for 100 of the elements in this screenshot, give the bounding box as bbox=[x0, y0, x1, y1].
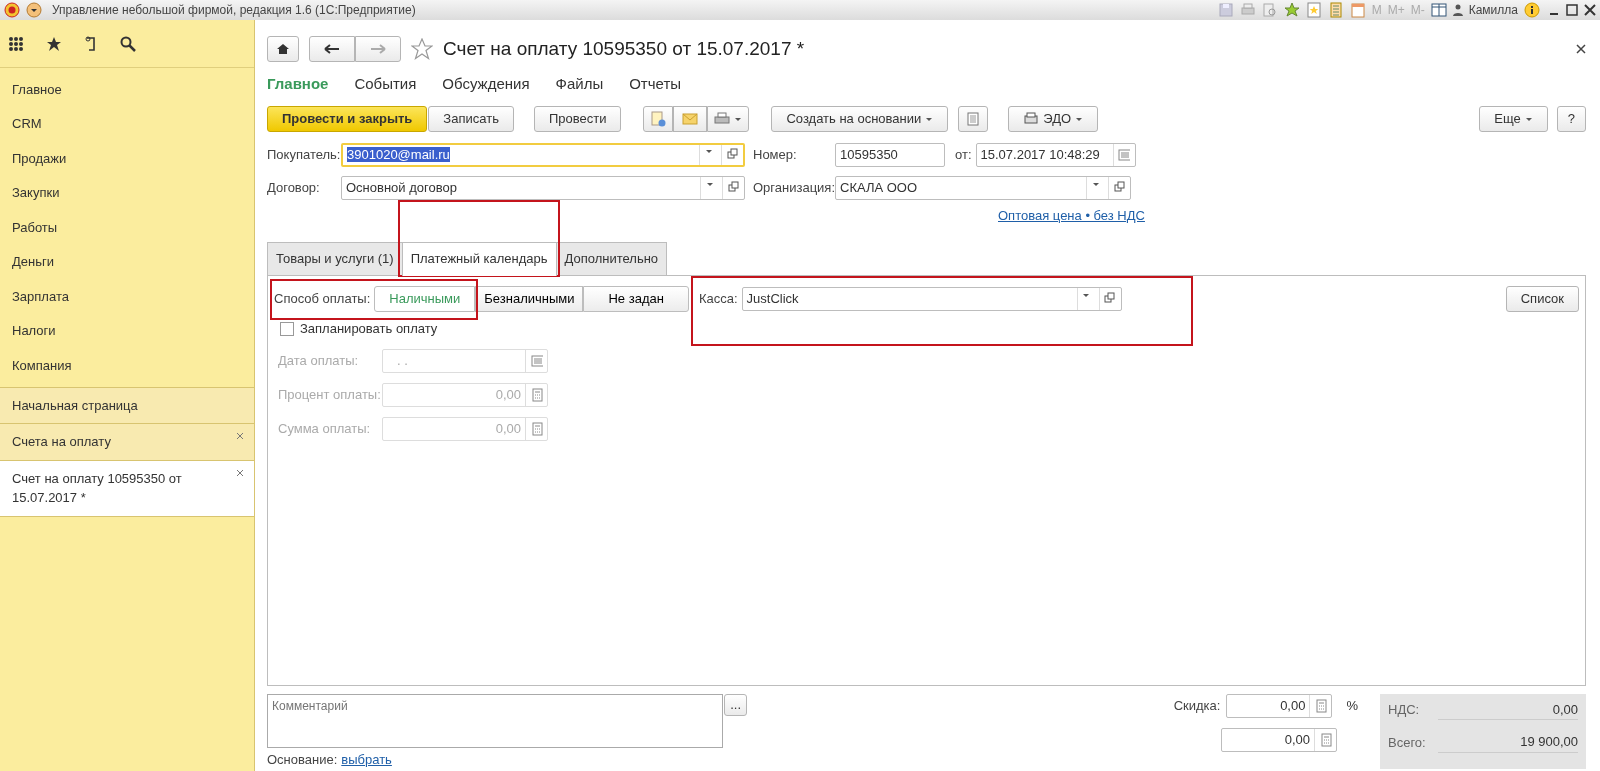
post-and-close-button[interactable]: Провести и закрыть bbox=[267, 106, 428, 132]
tab[interactable]: Товары и услуги (1) bbox=[267, 242, 403, 275]
field-label: Касса: bbox=[698, 289, 738, 308]
document-clock-icon bbox=[650, 111, 667, 127]
field-label: Способ оплаты: bbox=[274, 289, 371, 308]
back-arrow-icon bbox=[324, 44, 340, 54]
price-type-link[interactable]: Оптовая цена • без НДС bbox=[998, 206, 1145, 226]
toolbar-button[interactable]: Провести bbox=[533, 106, 622, 132]
sidebar-item[interactable]: Деньги bbox=[0, 244, 254, 279]
comment-field[interactable]: Комментарий bbox=[267, 693, 724, 748]
menu-dropdown-icon[interactable] bbox=[26, 2, 42, 18]
back-button[interactable] bbox=[309, 36, 355, 62]
section-link[interactable]: Отчеты bbox=[629, 72, 682, 96]
report-button[interactable] bbox=[958, 106, 989, 132]
more-button[interactable]: Еще bbox=[1479, 106, 1548, 132]
input-field[interactable]: 10595350 bbox=[835, 143, 945, 167]
create-based-on-button[interactable]: Создать на основании bbox=[771, 106, 949, 132]
home-icon bbox=[276, 43, 290, 55]
open-icon[interactable] bbox=[1113, 181, 1126, 195]
close-icon[interactable] bbox=[1584, 4, 1596, 16]
payment-method-option[interactable]: Наличными bbox=[374, 285, 476, 312]
sidebar-item[interactable]: Работы bbox=[0, 210, 254, 245]
total-value: 0,00 bbox=[1438, 699, 1578, 720]
percent-sign: % bbox=[1346, 696, 1358, 715]
caret-icon bbox=[734, 116, 743, 122]
preview-icon[interactable] bbox=[1261, 2, 1278, 18]
field-label: Номер: bbox=[753, 146, 798, 165]
total-label: НДС: bbox=[1388, 701, 1421, 719]
section-link[interactable]: Файлы bbox=[555, 72, 604, 96]
document-title: Счет на оплату 10595350 от 15.07.2017 * bbox=[443, 36, 805, 61]
close-icon[interactable] bbox=[1576, 44, 1586, 54]
edo-button[interactable]: ЭДО bbox=[1008, 106, 1099, 132]
field-label: Договор: bbox=[267, 179, 321, 198]
attach-button[interactable] bbox=[643, 106, 674, 132]
open-icon[interactable] bbox=[727, 181, 740, 195]
add-favorite-icon[interactable] bbox=[1283, 2, 1300, 18]
input-field[interactable]: 3901020@mail.ru bbox=[341, 143, 745, 167]
input-field[interactable]: 0,00 bbox=[1226, 693, 1333, 718]
star-icon[interactable] bbox=[46, 35, 62, 52]
checkbox[interactable] bbox=[280, 321, 294, 336]
section-link[interactable]: События bbox=[354, 72, 417, 96]
tab[interactable]: Дополнительно bbox=[555, 242, 668, 275]
calendar-icon[interactable] bbox=[1349, 2, 1366, 18]
field-label: Процент оплаты: bbox=[278, 385, 382, 404]
field-label: Сумма оплаты: bbox=[278, 419, 372, 438]
input-field[interactable]: Основной договор bbox=[341, 176, 745, 200]
select-link[interactable]: выбрать bbox=[341, 749, 392, 769]
maximize-icon[interactable] bbox=[1566, 4, 1578, 16]
open-window-tab[interactable]: Счета на оплату bbox=[0, 423, 254, 460]
select-button[interactable]: ... bbox=[724, 693, 747, 716]
apps-grid-icon[interactable] bbox=[8, 35, 24, 52]
total-value: 19 900,00 bbox=[1438, 732, 1578, 753]
checkbox-label[interactable]: Запланировать оплату bbox=[300, 318, 438, 339]
user-name[interactable]: Камилла bbox=[1468, 1, 1518, 19]
field-label: от: bbox=[955, 146, 972, 165]
help-button[interactable]: ? bbox=[1556, 106, 1586, 132]
input-field[interactable]: 0,00 bbox=[1221, 727, 1337, 752]
open-window-tab[interactable]: Счет на оплату 10595350 от 15.07.2017 * bbox=[0, 459, 254, 517]
info-icon[interactable] bbox=[1524, 2, 1542, 18]
panels-icon[interactable] bbox=[1430, 2, 1447, 18]
print-button[interactable] bbox=[707, 106, 750, 132]
field-label: Дата оплаты: bbox=[278, 351, 360, 370]
sidebar-item[interactable]: Главное bbox=[0, 72, 254, 107]
section-link[interactable]: Главное bbox=[267, 72, 329, 96]
search-icon[interactable] bbox=[120, 35, 136, 52]
sidebar-item[interactable]: Закупки bbox=[0, 175, 254, 210]
favorite-star-icon[interactable] bbox=[411, 38, 433, 60]
list-button[interactable]: Список bbox=[1505, 285, 1579, 312]
section-link[interactable]: Обсуждения bbox=[442, 72, 530, 96]
field-label: Организация: bbox=[753, 179, 835, 198]
document-icon bbox=[967, 112, 980, 126]
sidebar-item[interactable]: CRM bbox=[0, 106, 254, 141]
caret-icon bbox=[1075, 116, 1084, 122]
payment-method-option[interactable]: Не задан bbox=[583, 285, 689, 312]
sidebar-item[interactable]: Налоги bbox=[0, 313, 254, 348]
open-window-tab[interactable]: Начальная страница bbox=[0, 386, 254, 423]
window-title: Управление небольшой фирмой, редакция 1.6 (1С:Предприятие) bbox=[52, 2, 416, 19]
envelope-icon bbox=[682, 113, 699, 125]
printer-icon bbox=[714, 112, 731, 126]
open-icon[interactable] bbox=[726, 148, 739, 162]
payment-method-option[interactable]: Безналичными bbox=[475, 285, 584, 312]
sidebar-item[interactable]: Зарплата bbox=[0, 279, 254, 314]
caret-icon bbox=[925, 116, 934, 122]
toolbar-button[interactable]: Записать bbox=[428, 106, 514, 132]
input-field[interactable]: 15.07.2017 10:48:29 bbox=[975, 143, 1136, 167]
open-icon[interactable] bbox=[1104, 291, 1117, 306]
caret-icon bbox=[1524, 116, 1533, 122]
forward-arrow-icon bbox=[370, 44, 386, 54]
field-label: Покупатель: bbox=[267, 146, 341, 165]
email-button[interactable] bbox=[673, 106, 708, 132]
field-label: Основание: bbox=[267, 750, 338, 769]
sidebar-item[interactable]: Продажи bbox=[0, 141, 254, 176]
favorites-icon[interactable] bbox=[1305, 2, 1322, 18]
home-button[interactable] bbox=[267, 36, 299, 62]
input-field[interactable]: СКАЛА ООО bbox=[835, 176, 1131, 200]
input-field[interactable]: JustClick bbox=[741, 286, 1122, 311]
tab[interactable]: Платежный календарь bbox=[401, 242, 557, 276]
field-label: Скидка: bbox=[1173, 696, 1221, 715]
total-label: Всего: bbox=[1388, 733, 1427, 752]
sidebar-item[interactable]: Компания bbox=[0, 348, 254, 383]
